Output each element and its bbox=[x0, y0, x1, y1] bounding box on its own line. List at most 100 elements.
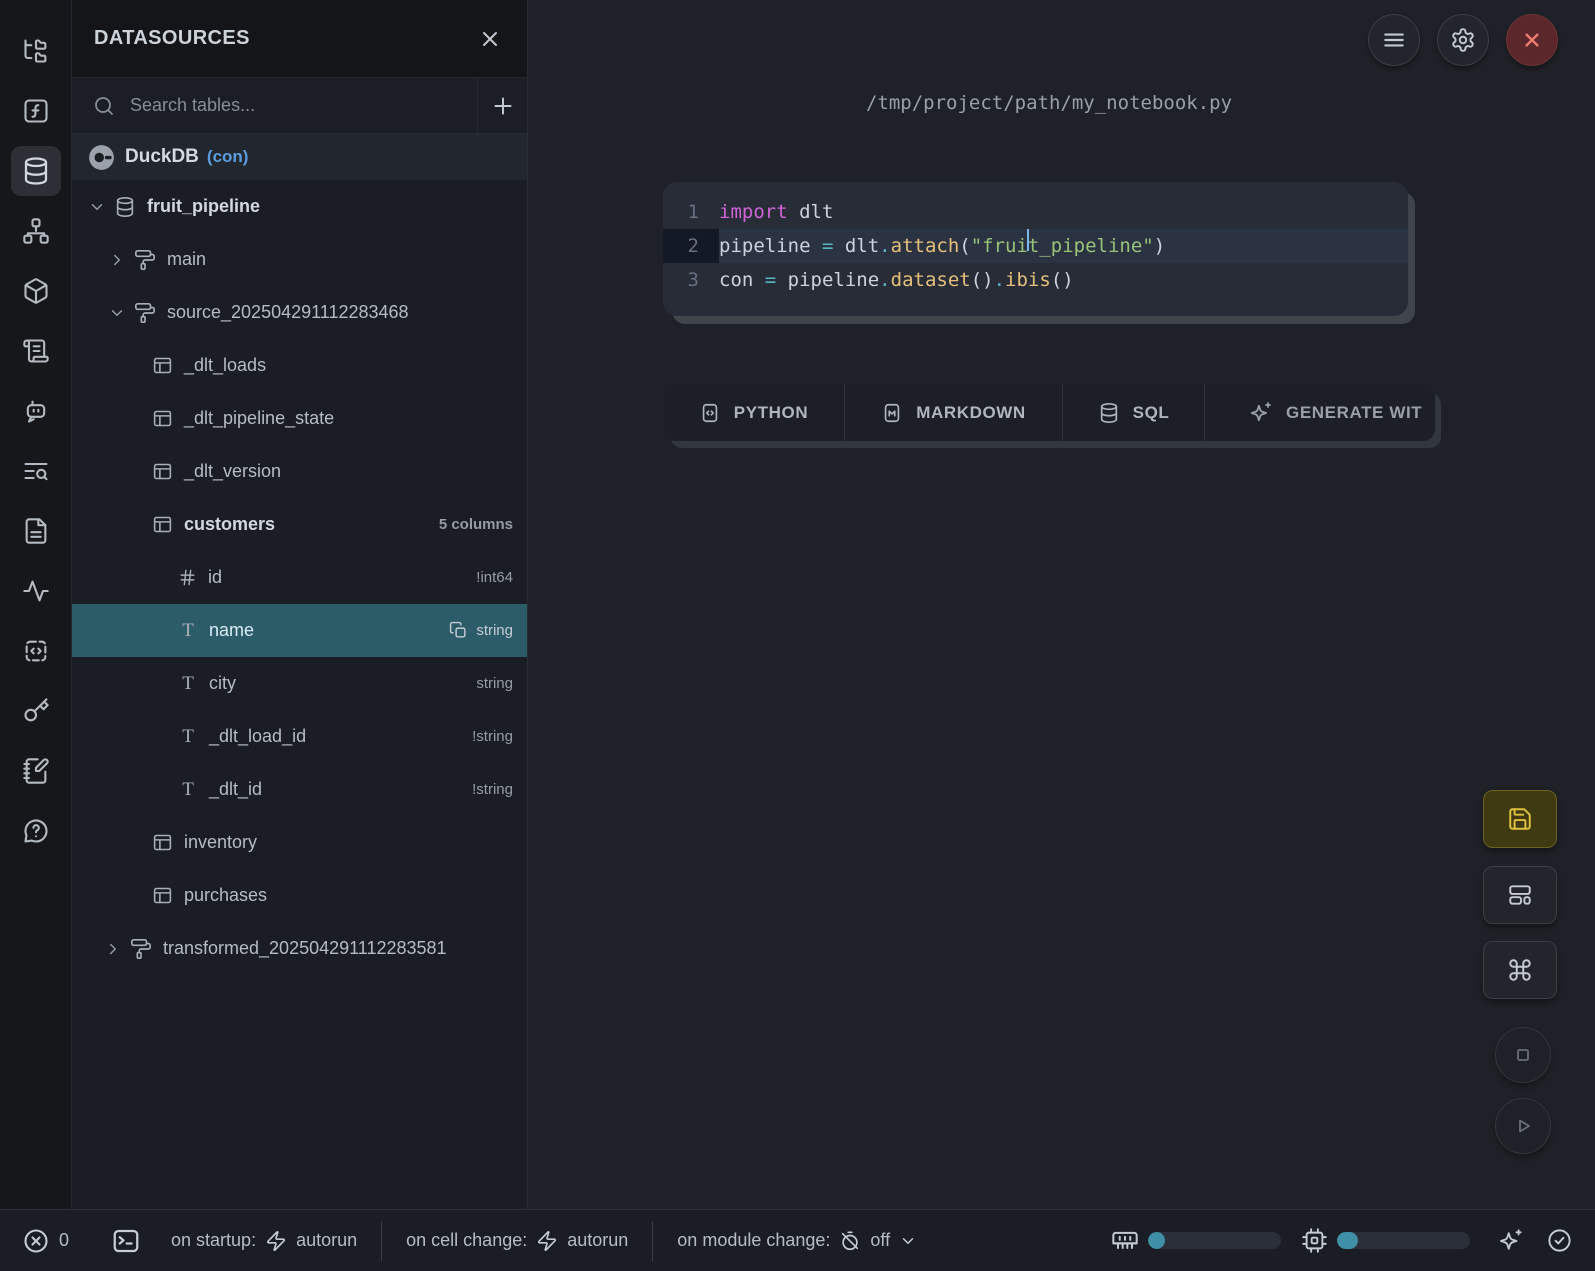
database-icon[interactable] bbox=[11, 146, 61, 196]
text-search-icon[interactable] bbox=[11, 446, 61, 496]
add-python-cell-button[interactable]: PYTHON bbox=[663, 384, 845, 441]
tree-item-schema[interactable]: transformed_202504291112283581 bbox=[72, 922, 527, 975]
close-panel-icon[interactable] bbox=[475, 24, 505, 54]
save-button[interactable] bbox=[1483, 790, 1557, 848]
dtype-badge: string bbox=[476, 622, 513, 639]
error-count: 0 bbox=[59, 1230, 69, 1251]
table-icon bbox=[152, 885, 173, 906]
on-module-change-label: on module change: bbox=[677, 1230, 830, 1251]
tree-item-column[interactable]: T _dlt_load_id !string bbox=[72, 710, 527, 763]
cpu-usage-meter bbox=[1337, 1232, 1470, 1249]
circle-x-icon bbox=[22, 1227, 50, 1255]
search-tables-input[interactable] bbox=[130, 95, 459, 116]
terminal-icon bbox=[111, 1226, 141, 1256]
app-window: DATASOURCES bbox=[0, 0, 1595, 1271]
help-icon[interactable] bbox=[11, 806, 61, 856]
table-icon bbox=[152, 832, 173, 853]
sparkles-icon bbox=[1249, 401, 1273, 425]
network-icon[interactable] bbox=[11, 206, 61, 256]
tree-item-schema[interactable]: main bbox=[72, 233, 527, 286]
memory-usage-meter bbox=[1148, 1232, 1281, 1249]
tree-item-column[interactable]: id !int64 bbox=[72, 551, 527, 604]
notebook-icon[interactable] bbox=[11, 746, 61, 796]
tree-item-label: _dlt_pipeline_state bbox=[184, 408, 334, 429]
connection-name: DuckDB bbox=[125, 146, 199, 168]
package-icon[interactable] bbox=[11, 266, 61, 316]
file-text-icon[interactable] bbox=[11, 506, 61, 556]
code-snippet-icon[interactable] bbox=[11, 626, 61, 676]
tree-item-table[interactable]: _dlt_pipeline_state bbox=[72, 392, 527, 445]
number-type-icon bbox=[178, 568, 197, 587]
connection-row[interactable]: DuckDB (con) bbox=[72, 134, 527, 180]
table-icon bbox=[152, 408, 173, 429]
on-startup-label: on startup: bbox=[171, 1230, 256, 1251]
chevron-down-icon[interactable] bbox=[88, 198, 106, 216]
chevron-down-icon bbox=[899, 1232, 917, 1250]
settings-button[interactable] bbox=[1437, 14, 1489, 66]
tree-item-column[interactable]: T _dlt_id !string bbox=[72, 763, 527, 816]
terminal-button[interactable] bbox=[111, 1226, 141, 1256]
errors-indicator[interactable]: 0 bbox=[22, 1227, 69, 1255]
key-icon[interactable] bbox=[11, 686, 61, 736]
zap-icon bbox=[265, 1230, 287, 1252]
code-line-active: 2 pipeline = dlt.attach("fruit_pipeline"… bbox=[663, 229, 1408, 263]
cpu-icon bbox=[1301, 1227, 1328, 1254]
tree-item-table[interactable]: _dlt_version bbox=[72, 445, 527, 498]
menu-button[interactable] bbox=[1368, 14, 1420, 66]
tree-item-table[interactable]: customers 5 columns bbox=[72, 498, 527, 551]
zap-icon bbox=[536, 1230, 558, 1252]
stop-button[interactable] bbox=[1495, 1027, 1551, 1083]
column-count-badge: 5 columns bbox=[439, 516, 527, 533]
tree-item-table[interactable]: _dlt_loads bbox=[72, 339, 527, 392]
layout-button[interactable] bbox=[1483, 866, 1557, 924]
on-startup-setting[interactable]: on startup: autorun bbox=[171, 1230, 357, 1252]
on-cell-change-label: on cell change: bbox=[406, 1230, 527, 1251]
tree-item-label: _dlt_id bbox=[209, 779, 262, 800]
search-row bbox=[72, 78, 527, 134]
tree-item-column[interactable]: T city string bbox=[72, 657, 527, 710]
connection-status-icon[interactable] bbox=[1546, 1227, 1573, 1254]
tree-item-label: main bbox=[167, 249, 206, 270]
panel-header: DATASOURCES bbox=[72, 0, 527, 78]
tree-item-label: _dlt_load_id bbox=[209, 726, 306, 747]
line-number: 3 bbox=[663, 263, 719, 297]
add-sql-cell-button[interactable]: SQL bbox=[1063, 384, 1205, 441]
code-cell[interactable]: 1 import dlt 2 pipeline = dlt.attach("fr… bbox=[663, 182, 1408, 316]
tree-item-label: id bbox=[208, 567, 222, 588]
on-cell-change-setting[interactable]: on cell change: autorun bbox=[406, 1230, 628, 1252]
tree-item-table[interactable]: purchases bbox=[72, 869, 527, 922]
dtype-badge: !int64 bbox=[476, 569, 527, 586]
copy-icon[interactable] bbox=[449, 621, 468, 640]
search-icon bbox=[92, 94, 116, 118]
run-button[interactable] bbox=[1495, 1098, 1551, 1154]
tree-item-table[interactable]: inventory bbox=[72, 816, 527, 869]
shutdown-button[interactable] bbox=[1506, 14, 1558, 66]
tree-item-database[interactable]: fruit_pipeline bbox=[72, 180, 527, 233]
tree-item-label: transformed_202504291112283581 bbox=[163, 938, 447, 959]
add-datasource-button[interactable] bbox=[477, 78, 527, 133]
tree-item-schema[interactable]: source_202504291112283468 bbox=[72, 286, 527, 339]
file-tree-icon[interactable] bbox=[11, 26, 61, 76]
ai-sparkles-icon[interactable] bbox=[1498, 1228, 1524, 1254]
tree-item-label: customers bbox=[184, 514, 275, 535]
chevron-right-icon[interactable] bbox=[104, 940, 122, 958]
command-palette-button[interactable] bbox=[1483, 941, 1557, 999]
add-markdown-cell-button[interactable]: MARKDOWN bbox=[845, 384, 1063, 441]
database-icon bbox=[1098, 402, 1120, 424]
tree-item-column-selected[interactable]: T name string bbox=[72, 604, 527, 657]
activity-rail bbox=[0, 0, 72, 1209]
chat-bot-icon[interactable] bbox=[11, 386, 61, 436]
function-icon[interactable] bbox=[11, 86, 61, 136]
chevron-down-icon[interactable] bbox=[108, 304, 126, 322]
tree-item-label: inventory bbox=[184, 832, 257, 853]
activity-icon[interactable] bbox=[11, 566, 61, 616]
dtype-badge: !string bbox=[472, 728, 527, 745]
scroll-icon[interactable] bbox=[11, 326, 61, 376]
search-box[interactable] bbox=[72, 78, 477, 133]
line-number: 1 bbox=[663, 195, 719, 229]
chevron-right-icon[interactable] bbox=[108, 251, 126, 269]
line-number: 2 bbox=[663, 229, 719, 263]
text-type-icon: T bbox=[178, 726, 198, 748]
generate-with-ai-button[interactable]: GENERATE WIT bbox=[1205, 384, 1435, 441]
on-module-change-setting[interactable]: on module change: off bbox=[677, 1230, 917, 1252]
